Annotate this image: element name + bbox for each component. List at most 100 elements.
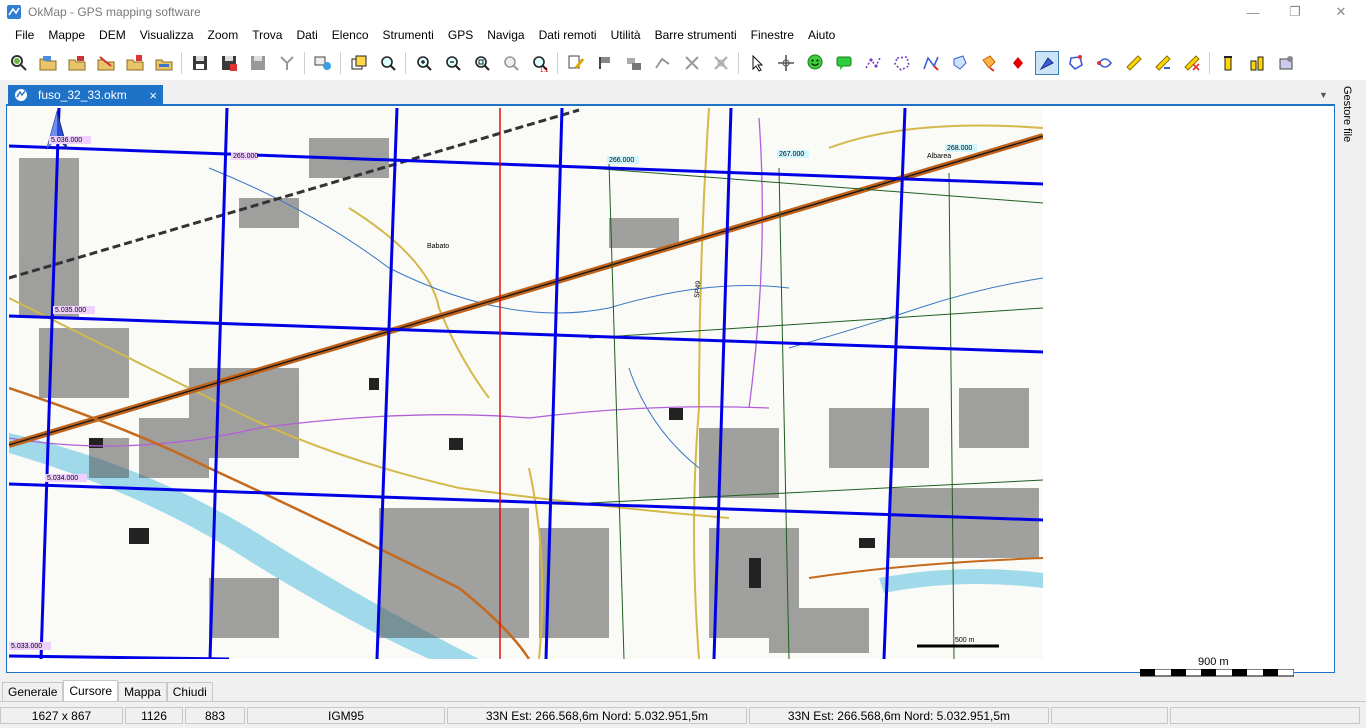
menu-elenco[interactable]: Elenco [325,25,376,45]
polygon-icon[interactable] [891,52,913,74]
waypoint-group-icon[interactable] [623,52,645,74]
crosshair-icon[interactable] [775,52,797,74]
minimize-button[interactable]: — [1230,0,1276,24]
place-label: Albarea [927,153,951,160]
menu-zoom[interactable]: Zoom [201,25,246,45]
tab-cursore[interactable]: Cursore [63,680,119,701]
status-pixel-y: 883 [185,707,245,724]
open-folder-icon[interactable] [37,52,59,74]
file-manager-tab[interactable]: Gestore file [1341,86,1353,142]
path-icon[interactable] [1094,52,1116,74]
menu-mappe[interactable]: Mappe [41,25,92,45]
menu-aiuto[interactable]: Aiuto [801,25,842,45]
draw-fill-icon[interactable] [978,52,1000,74]
window-title: OkMap - GPS mapping software [28,5,201,19]
zoom-scale-icon[interactable] [500,52,522,74]
close-map-icon[interactable] [124,52,146,74]
measure-area-icon[interactable] [1152,52,1174,74]
menu-barre-strumenti[interactable]: Barre strumenti [648,25,744,45]
menu-file[interactable]: File [8,25,41,45]
scale-bar-graphic [1140,669,1294,677]
status-map-size: 1627 x 867 [0,707,123,724]
toolbar-separator [405,52,406,74]
map-view[interactable]: 5.036.000 265.000 266.000 267.000 268.00… [6,104,1335,677]
select-tool-icon[interactable] [1034,51,1059,75]
ruler-icon[interactable] [1123,52,1145,74]
grid-label: 5.034.000 [47,475,78,482]
tab-list-dropdown-icon[interactable]: ▼ [1319,90,1331,100]
red-marker-icon[interactable] [1007,52,1029,74]
cursor-icon[interactable] [746,52,768,74]
menu-naviga[interactable]: Naviga [480,25,531,45]
smiley-icon[interactable] [804,52,826,74]
bottom-tab-strip: Generale Cursore Mappa Chiudi [0,680,1366,702]
compare-icon[interactable] [1246,52,1268,74]
measure-clear-icon[interactable] [1181,52,1203,74]
side-panel [1338,80,1366,680]
map-document-icon [15,89,27,101]
save-all-icon[interactable] [247,52,269,74]
svg-text:1:1: 1:1 [540,68,549,72]
status-datum: IGM95 [247,707,445,724]
grid-label: 268.000 [947,145,972,152]
grid-label: 5.036.000 [51,137,82,144]
polyline-icon[interactable] [862,52,884,74]
close-window-button[interactable]: ✕ [1318,0,1364,24]
tab-mappa[interactable]: Mappa [118,682,167,701]
open-calibrated-icon[interactable] [66,52,88,74]
menu-gps[interactable]: GPS [441,25,480,45]
merge-icon[interactable] [276,52,298,74]
status-pixel-x: 1126 [125,707,183,724]
restore-button[interactable]: ❐ [1272,0,1318,24]
toolbar-separator [738,52,739,74]
zoom-out-icon[interactable] [442,52,464,74]
document-tab[interactable]: fuso_32_33.okm × [8,85,163,105]
menu-visualizza[interactable]: Visualizza [133,25,201,45]
properties-icon[interactable] [1275,52,1297,74]
save-icon[interactable] [189,52,211,74]
document-area: fuso_32_33.okm × ▼ 5.036.000 265.000 266… [0,80,1366,680]
tab-chiudi[interactable]: Chiudi [166,682,213,701]
menu-finestre[interactable]: Finestre [744,25,801,45]
zoom-fit-icon[interactable] [471,52,493,74]
close-tab-icon[interactable]: × [149,88,157,103]
toolbar-separator [1209,52,1210,74]
route-icon[interactable] [652,52,674,74]
grid-label: 266.000 [609,157,634,164]
lasso-icon[interactable] [1065,52,1087,74]
document-tab-label: fuso_32_33.okm [38,88,127,102]
menu-dem[interactable]: DEM [92,25,133,45]
grid-label: 5.035.000 [55,307,86,314]
zoom-in-icon[interactable] [413,52,435,74]
message-icon[interactable] [833,52,855,74]
toolbar-separator [557,52,558,74]
menu-trova[interactable]: Trova [245,25,289,45]
grid-label: 265.000 [233,153,258,160]
svg-text:500 m: 500 m [955,637,975,644]
scale-bar-label: 900 m [1198,656,1229,668]
map-canvas[interactable]: 5.036.000 265.000 266.000 267.000 268.00… [9,108,1043,659]
menu-utilita[interactable]: Utilità [604,25,648,45]
layers-icon[interactable] [312,52,334,74]
open-file-icon[interactable] [95,52,117,74]
zoom-1to1-icon[interactable]: 1:1 [529,52,551,74]
map-overview-icon[interactable] [348,52,370,74]
menu-dati-remoti[interactable]: Dati remoti [532,25,604,45]
draw-route-icon[interactable] [920,52,942,74]
altitude-icon[interactable] [1217,52,1239,74]
tab-generale[interactable]: Generale [2,682,64,701]
draw-area-icon[interactable] [949,52,971,74]
zoom-find-icon[interactable] [377,52,399,74]
title-bar: OkMap - GPS mapping software — ❐ ✕ [0,0,1366,24]
open-map-icon[interactable] [8,52,30,74]
status-empty-cell [1051,707,1168,724]
menu-strumenti[interactable]: Strumenti [376,25,441,45]
waypoint-icon[interactable] [594,52,616,74]
edit-point-icon[interactable] [565,52,587,74]
delete-track-icon[interactable] [710,52,732,74]
import-map-icon[interactable] [153,52,175,74]
track-icon[interactable] [681,52,703,74]
menu-dati[interactable]: Dati [289,25,324,45]
save-as-icon[interactable] [218,52,240,74]
status-empty-cell [1170,707,1360,724]
